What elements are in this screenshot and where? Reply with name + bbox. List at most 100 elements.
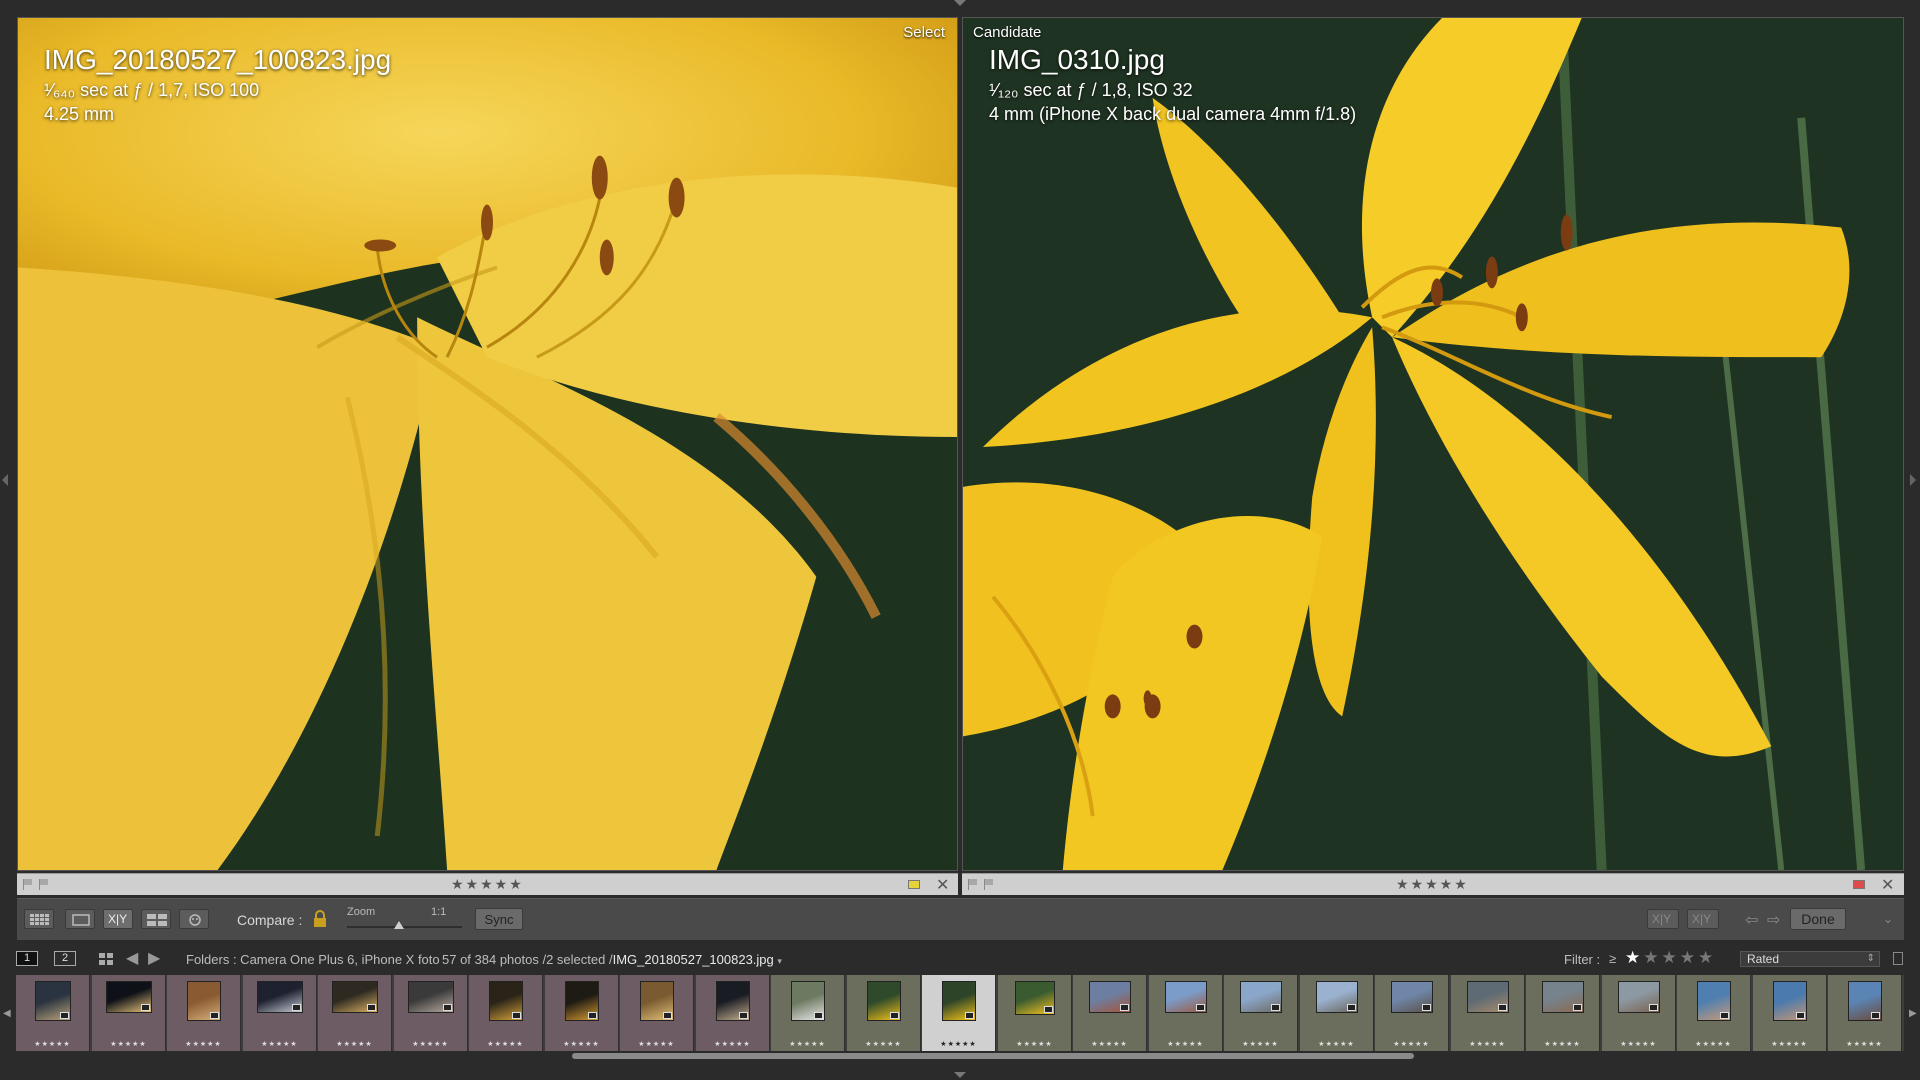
candidate-focal-length: 4 mm (iPhone X back dual camera 4mm f/1.…: [989, 104, 1357, 124]
next-arrow-icon[interactable]: ⇨: [1767, 910, 1780, 930]
candidate-rating-stars[interactable]: ★★★★★: [1396, 876, 1469, 893]
thumbnail-rating-stars: ★★★★★: [1771, 1041, 1808, 1048]
make-select-button[interactable]: X|Y: [1687, 909, 1719, 929]
filmstrip-cell-street-view-2[interactable]: ★★★★★: [1300, 975, 1374, 1051]
candidate-color-label[interactable]: [1853, 880, 1865, 889]
candidate-photo-pane[interactable]: Candidate IMG_0310.jpg ¹⁄₁₂₀ sec at ƒ / …: [962, 17, 1904, 871]
thumbnail-image: [34, 981, 71, 1021]
filmstrip-cell-night-plaza[interactable]: ★★★★★: [696, 975, 770, 1051]
filmstrip-cell-lily-1[interactable]: ★★★★★: [847, 975, 921, 1051]
done-button[interactable]: Done: [1790, 908, 1846, 930]
thumbnail-image: [1164, 981, 1207, 1013]
filmstrip-cell-street-view-1[interactable]: ★★★★★: [1224, 975, 1298, 1051]
thumbnail-rating-stars: ★★★★★: [487, 1041, 524, 1048]
select-close-icon[interactable]: ✕: [936, 875, 949, 895]
filter-star-5[interactable]: ★: [1698, 948, 1716, 967]
select-photo-pane[interactable]: Select IMG_20180527_100823.jpg ¹⁄₆₄₀ sec…: [17, 17, 958, 871]
filmstrip-cell-night-fountain[interactable]: ★★★★★: [16, 975, 90, 1051]
edited-badge-icon: [813, 1012, 823, 1019]
filter-star-3[interactable]: ★: [1662, 948, 1680, 967]
thumbnail-rating-stars: ★★★★★: [1846, 1041, 1883, 1048]
filter-lock-icon[interactable]: [1893, 952, 1903, 965]
filmstrip-cell-lily-2[interactable]: ★★★★★: [998, 975, 1072, 1051]
thumbnail-rating-stars: ★★★★★: [1544, 1041, 1581, 1048]
filmstrip-cell-night-street[interactable]: ★★★★★: [243, 975, 317, 1051]
filmstrip-cell-old-town-2[interactable]: ★★★★★: [1451, 975, 1525, 1051]
filter-rating-stars[interactable]: ★★★★★: [1625, 948, 1716, 968]
filmstrip-scroll-right-icon[interactable]: ▶: [1909, 1008, 1917, 1019]
filmstrip-cell-white-dog[interactable]: ★★★★★: [771, 975, 845, 1051]
people-view-button[interactable]: [179, 909, 209, 929]
grid-view-button[interactable]: [24, 909, 54, 929]
thumbnail-image: [1617, 981, 1660, 1013]
thumbnail-image: [1390, 981, 1433, 1013]
top-panel-toggle[interactable]: [954, 0, 966, 6]
edited-badge-icon: [366, 1004, 376, 1011]
lock-icon[interactable]: [313, 910, 327, 928]
navigate-forward-icon[interactable]: ▶: [148, 948, 160, 968]
sync-button[interactable]: Sync: [475, 908, 523, 930]
previous-arrow-icon[interactable]: ⇦: [1745, 910, 1758, 930]
folders-source[interactable]: Folders : Camera One Plus 6, iPhone X fo…: [186, 952, 440, 967]
secondary-window-button[interactable]: 2: [54, 951, 76, 966]
loupe-view-button[interactable]: [65, 909, 95, 929]
pick-flag-icon[interactable]: [39, 879, 48, 890]
filmstrip-scroll-left-icon[interactable]: ◀: [3, 1008, 11, 1019]
filmstrip-cell-night-lights-1[interactable]: ★★★★★: [469, 975, 543, 1051]
compare-view-button[interactable]: X|Y: [103, 909, 133, 929]
filter-star-4[interactable]: ★: [1680, 948, 1698, 967]
grid-icon: [30, 914, 49, 925]
filmstrip-scrollbar[interactable]: [572, 1053, 1414, 1059]
thumbnail-rating-stars: ★★★★★: [1318, 1041, 1355, 1048]
navigate-back-icon[interactable]: ◀: [126, 948, 138, 968]
filmstrip-cell-old-town-3[interactable]: ★★★★★: [1526, 975, 1600, 1051]
thumbnail-rating-stars: ★★★★★: [1016, 1041, 1053, 1048]
filmstrip-cell-rooftops[interactable]: ★★★★★: [1149, 975, 1223, 1051]
filmstrip-cell-night-building[interactable]: ★★★★★: [92, 975, 166, 1051]
bottom-panel-toggle[interactable]: [954, 1072, 966, 1078]
compare-label: Compare :: [237, 912, 303, 928]
filter-operator[interactable]: ≥: [1609, 951, 1616, 966]
zoom-slider-track[interactable]: [347, 926, 462, 928]
filmstrip-cell-old-town-1[interactable]: ★★★★★: [1375, 975, 1449, 1051]
filmstrip-cell-night-alley[interactable]: ★★★★★: [318, 975, 392, 1051]
reject-flag-icon[interactable]: [23, 879, 32, 890]
thumbnail-image: [1541, 981, 1584, 1013]
primary-window-button[interactable]: 1: [16, 951, 38, 966]
filmstrip-cell-portrait-2[interactable]: ★★★★★: [1753, 975, 1827, 1051]
grid-view-icon[interactable]: [99, 953, 113, 965]
photo-count-text: 57 of 384 photos /2 selected /: [442, 952, 613, 967]
pick-flag-icon[interactable]: [984, 879, 993, 890]
left-panel-toggle[interactable]: [2, 474, 8, 486]
filter-star-2[interactable]: ★: [1643, 948, 1661, 967]
candidate-close-icon[interactable]: ✕: [1881, 875, 1894, 895]
survey-icon: [147, 914, 167, 926]
filmstrip-cell-tunnel[interactable]: ★★★★★: [394, 975, 468, 1051]
thumbnail-image: [1014, 981, 1055, 1015]
filmstrip-cell-red-roofs[interactable]: ★★★★★: [1073, 975, 1147, 1051]
edited-badge-icon: [209, 1012, 219, 1019]
select-rating-stars[interactable]: ★★★★★: [451, 876, 524, 893]
compare-xy-icon: X|Y: [108, 912, 128, 926]
thumbnail-rating-stars: ★★★★★: [940, 1041, 977, 1048]
thumbnail-image: [866, 981, 901, 1021]
photo-count[interactable]: 57 of 384 photos /2 selected /IMG_201805…: [442, 952, 782, 967]
zoom-slider-thumb[interactable]: [393, 921, 404, 929]
toolbar-menu-chevron-icon[interactable]: ⌄: [1883, 912, 1893, 926]
survey-view-button[interactable]: [141, 909, 171, 929]
select-color-label[interactable]: [908, 880, 920, 889]
filmstrip-cell-night-lights-2[interactable]: ★★★★★: [545, 975, 619, 1051]
swap-button[interactable]: X|Y: [1647, 909, 1679, 929]
filmstrip-cell-portrait-1[interactable]: ★★★★★: [1677, 975, 1751, 1051]
thumbnail-image: [639, 981, 674, 1021]
filmstrip-cell-arch-doorway[interactable]: ★★★★★: [167, 975, 241, 1051]
filter-star-1[interactable]: ★: [1625, 948, 1643, 967]
right-panel-toggle[interactable]: [1910, 474, 1916, 486]
filmstrip-cell-gold-texture[interactable]: ★★★★★: [620, 975, 694, 1051]
filmstrip-cell-portrait-3[interactable]: ★★★★★: [1828, 975, 1902, 1051]
filter-preset-select[interactable]: Rated: [1740, 951, 1880, 967]
reject-flag-icon[interactable]: [968, 879, 977, 890]
filmstrip-cell-old-town-4[interactable]: ★★★★★: [1602, 975, 1676, 1051]
edited-badge-icon: [442, 1004, 452, 1011]
filmstrip-cell-lily-selected[interactable]: ★★★★★: [922, 975, 996, 1051]
